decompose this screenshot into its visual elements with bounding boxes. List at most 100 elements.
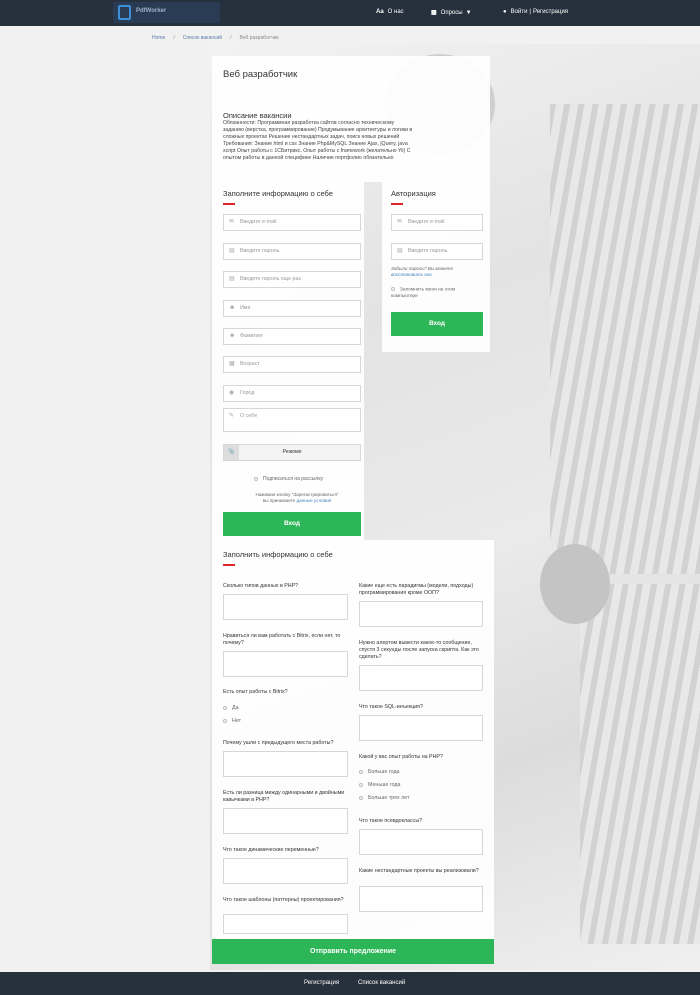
radio-icon bbox=[359, 769, 363, 774]
footer-register-link[interactable]: Регистрация bbox=[304, 980, 339, 986]
description-heading: Описание вакансии bbox=[223, 111, 292, 120]
answer-textarea[interactable] bbox=[359, 829, 483, 855]
nav-polls-label: Опросы bbox=[440, 10, 463, 16]
radio-icon bbox=[223, 705, 227, 710]
surname-field[interactable]: ☻ Фамилия bbox=[223, 328, 361, 345]
radio-icon bbox=[223, 718, 227, 723]
auth-email-field[interactable]: ✉ Введите e-mail bbox=[391, 214, 483, 231]
restore-link[interactable]: восстановить его bbox=[391, 272, 432, 277]
page-title: Веб разработчик bbox=[223, 69, 298, 80]
subscribe-checkbox[interactable]: Подписаться на рассылку bbox=[254, 476, 323, 483]
radio-option[interactable]: Нет bbox=[223, 718, 241, 724]
answer-textarea[interactable] bbox=[223, 914, 348, 934]
answer-textarea[interactable] bbox=[359, 886, 483, 912]
name-field[interactable]: ☻ Имя bbox=[223, 300, 361, 317]
remember-label: Запомнить меня на этом компьютере bbox=[391, 287, 456, 299]
answer-textarea[interactable] bbox=[359, 665, 483, 691]
questionnaire-heading: Заполнить информацию о себе bbox=[223, 550, 333, 559]
submit-proposal-button[interactable]: Отправить предложение bbox=[212, 939, 494, 964]
breadcrumb-home[interactable]: Home bbox=[152, 35, 165, 41]
answer-textarea[interactable] bbox=[223, 594, 348, 620]
answer-textarea[interactable] bbox=[223, 858, 348, 884]
nav-about-label: О нас bbox=[387, 9, 404, 15]
nav-separator: | bbox=[529, 9, 531, 15]
login-link[interactable]: Войти bbox=[511, 9, 528, 15]
user-icon: ● bbox=[503, 9, 507, 15]
answer-textarea[interactable] bbox=[359, 715, 483, 741]
radio-option-label: Больше трех лет bbox=[368, 795, 410, 801]
user-icon: ☻ bbox=[229, 333, 236, 339]
radio-option-label: Да bbox=[232, 705, 239, 711]
checkbox-icon bbox=[254, 476, 258, 481]
nav-polls[interactable]: ▩ Опросы ▼ bbox=[431, 9, 472, 16]
remember-checkbox[interactable]: Запомнить меня на этом компьютере bbox=[391, 287, 483, 300]
chevron-down-icon: ▼ bbox=[465, 10, 472, 16]
heading-underline bbox=[391, 203, 403, 205]
user-icon: ☻ bbox=[229, 305, 236, 311]
register-link[interactable]: Регистрация bbox=[533, 9, 568, 15]
radio-option[interactable]: Больше трех лет bbox=[359, 795, 409, 801]
heading-underline bbox=[223, 564, 235, 566]
forgot-label: Забыли пароль? Вы можете bbox=[391, 266, 454, 271]
question-label: Какие нестандартные проекты вы реализова… bbox=[359, 868, 479, 874]
logo-text: PdfWorker bbox=[136, 8, 167, 14]
logo[interactable]: PdfWorker bbox=[113, 2, 220, 23]
question-label: Нравиться ли вам работать с Bitrix, если… bbox=[223, 633, 341, 647]
footer: Регистрация Список вакансий bbox=[0, 972, 700, 995]
lock-icon: ▤ bbox=[229, 248, 235, 254]
question-label: Есть опыт работы с Bitrix? bbox=[223, 689, 288, 695]
location-icon: ◉ bbox=[229, 390, 235, 396]
radio-option-label: Меньше года bbox=[368, 782, 401, 788]
edit-icon: ✎ bbox=[229, 413, 235, 419]
top-navbar: PdfWorker Aa О нас ▩ Опросы ▼ ● Войти | Регист… bbox=[0, 0, 700, 26]
footer-vacancies-link[interactable]: Список вакансий bbox=[358, 980, 405, 986]
answer-textarea[interactable] bbox=[223, 808, 348, 834]
city-field[interactable]: ◉ Город bbox=[223, 385, 361, 402]
register-submit-button[interactable]: Вход bbox=[223, 512, 361, 536]
surname-placeholder: Фамилия bbox=[240, 333, 263, 339]
about-placeholder: О себе bbox=[240, 413, 258, 419]
terms-line1: Нажимая кнопку "Зарегистрироваться" bbox=[255, 492, 339, 497]
terms-text: Нажимая кнопку "Зарегистрироваться" вы пр… bbox=[249, 492, 345, 504]
question-label: Нужно алертом вывести какое-то сообщение… bbox=[359, 640, 479, 661]
password-field[interactable]: ▤ Введите пароль bbox=[223, 243, 361, 260]
lock-icon: ▤ bbox=[397, 248, 403, 254]
answer-textarea[interactable] bbox=[359, 601, 483, 627]
age-field[interactable]: ▦ Возраст bbox=[223, 356, 361, 373]
terms-line2: вы принимаете bbox=[262, 498, 296, 504]
auth-password-field[interactable]: ▤ Введите пароль bbox=[391, 243, 483, 260]
city-placeholder: Город bbox=[240, 390, 255, 396]
mail-icon: ✉ bbox=[397, 219, 403, 225]
question-label: Есть ли разница между одинарными и двойн… bbox=[223, 790, 345, 804]
nav-about[interactable]: Aa О нас bbox=[376, 9, 404, 15]
about-textarea[interactable]: ✎ О себе bbox=[223, 408, 361, 432]
resume-label: Резюме bbox=[282, 449, 302, 455]
question-label: Сколько типов данных в PHP? bbox=[223, 583, 299, 589]
terms-link[interactable]: данные условия bbox=[296, 498, 331, 503]
question-label: Что такое SQL-инъекция? bbox=[359, 704, 423, 710]
radio-icon bbox=[359, 782, 363, 787]
calendar-icon: ▦ bbox=[229, 361, 235, 367]
auth-submit-button[interactable]: Вход bbox=[391, 312, 483, 336]
checkbox-icon bbox=[391, 287, 395, 291]
answer-textarea[interactable] bbox=[223, 651, 348, 677]
name-placeholder: Имя bbox=[240, 305, 251, 311]
email-field[interactable]: ✉ Введите e-mail bbox=[223, 214, 361, 231]
question-label: Что такое шаблоны (паттерны) проектирова… bbox=[223, 897, 344, 903]
age-placeholder: Возраст bbox=[240, 361, 260, 367]
radio-option[interactable]: Меньше года bbox=[359, 782, 400, 788]
password-repeat-field[interactable]: ▤ Введите пароль еще раз bbox=[223, 271, 361, 288]
radio-option[interactable]: Больше года bbox=[359, 769, 400, 775]
question-label: Что такое динамические переменные? bbox=[223, 847, 319, 853]
auth-heading: Авторизация bbox=[391, 189, 436, 198]
password-placeholder: Введите пароль bbox=[240, 248, 280, 254]
bar-chart-icon: ▩ bbox=[431, 10, 437, 16]
breadcrumb-vacancies[interactable]: Список вакансий bbox=[183, 35, 222, 41]
answer-textarea[interactable] bbox=[223, 751, 348, 777]
forgot-text: Забыли пароль? Вы можете восстановить его bbox=[391, 266, 483, 278]
breadcrumb: Home / Список вакансий / Веб разработчик bbox=[152, 35, 279, 41]
email-placeholder: Введите e-mail bbox=[240, 219, 277, 225]
radio-option[interactable]: Да bbox=[223, 705, 239, 711]
radio-option-label: Больше года bbox=[368, 769, 400, 775]
resume-upload[interactable]: 📎 Резюме bbox=[223, 444, 361, 461]
